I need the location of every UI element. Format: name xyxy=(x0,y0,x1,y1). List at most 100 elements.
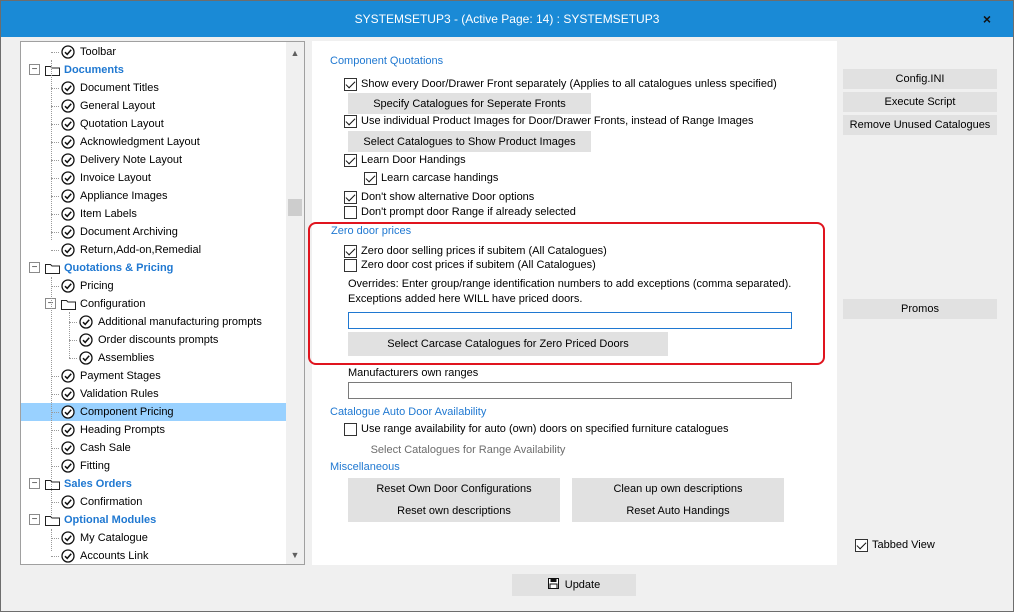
tree-item-label: Payment Stages xyxy=(80,370,161,382)
tree-item-my-catalogue[interactable]: My Catalogue xyxy=(21,529,286,547)
close-icon[interactable]: × xyxy=(977,1,997,37)
scroll-up-arrow-icon[interactable]: ▲ xyxy=(286,44,304,62)
tree-item-sales-orders[interactable]: − Sales Orders xyxy=(21,475,286,493)
learn-carcase-handings-checkbox-row[interactable]: Learn carcase handings xyxy=(364,171,564,187)
zero-cost-prices-checkbox-row[interactable]: Zero door cost prices if subitem (All Ca… xyxy=(344,258,664,274)
reset-own-door-configurations-button[interactable]: Reset Own Door Configurations xyxy=(348,480,560,498)
dont-show-alt-door-checkbox-row[interactable]: Don't show alternative Door options xyxy=(344,190,644,206)
zero-cost-prices-checkbox[interactable] xyxy=(344,259,357,272)
reset-auto-handings-button[interactable]: Reset Auto Handings xyxy=(572,502,784,520)
tree-item-label: Assemblies xyxy=(98,352,155,364)
tree-item-heading-prompts[interactable]: Heading Prompts xyxy=(21,421,286,439)
tree-item-order-discounts-prompts[interactable]: Order discounts prompts xyxy=(21,331,286,349)
check-circle-icon xyxy=(61,117,75,131)
collapse-icon[interactable]: − xyxy=(29,514,40,525)
collapse-icon[interactable]: − xyxy=(29,64,40,75)
dont-prompt-door-range-checkbox[interactable] xyxy=(344,206,357,219)
tree-item-confirmation[interactable]: Confirmation xyxy=(21,493,286,511)
overrides-input[interactable] xyxy=(348,312,792,329)
collapse-icon[interactable]: − xyxy=(29,478,40,489)
tree-item-configuration[interactable]: − Configuration xyxy=(21,295,286,313)
tree-item-document-titles[interactable]: Document Titles xyxy=(21,79,286,97)
tree-guide-line xyxy=(51,277,52,515)
tree-scrollbar[interactable]: ▲ ▼ xyxy=(286,42,304,564)
use-range-availability-checkbox[interactable] xyxy=(344,423,357,436)
select-catalogues-range-availability-button[interactable]: Select Catalogues for Range Availability xyxy=(348,441,588,459)
manufacturers-own-ranges-input[interactable] xyxy=(348,382,792,399)
tree-guide-line xyxy=(51,250,59,251)
tree-guide-line xyxy=(69,322,77,323)
tree-item-quotations-pricing[interactable]: − Quotations & Pricing xyxy=(21,259,286,277)
tree-item-invoice-layout[interactable]: Invoice Layout xyxy=(21,169,286,187)
tree-guide-line xyxy=(51,412,59,413)
tree-item-optional-modules[interactable]: − Optional Modules xyxy=(21,511,286,529)
use-range-availability-label: Use range availability for auto (own) do… xyxy=(361,423,729,435)
tree-item-validation-rules[interactable]: Validation Rules xyxy=(21,385,286,403)
tree-guide-line xyxy=(51,376,59,377)
reset-own-descriptions-button[interactable]: Reset own descriptions xyxy=(348,502,560,520)
remove-unused-catalogues-button[interactable]: Remove Unused Catalogues xyxy=(843,115,997,135)
tree-item-fitting[interactable]: Fitting xyxy=(21,457,286,475)
tree-item-document-archiving[interactable]: Document Archiving xyxy=(21,223,286,241)
tree-item-pricing[interactable]: Pricing xyxy=(21,277,286,295)
tree-item-return-add-on-remedial[interactable]: Return,Add-on,Remedial xyxy=(21,241,286,259)
learn-carcase-handings-checkbox[interactable] xyxy=(364,172,377,185)
check-circle-icon xyxy=(79,351,93,365)
select-carcase-catalogues-button[interactable]: Select Carcase Catalogues for Zero Price… xyxy=(348,332,668,356)
show-every-front-checkbox-row[interactable]: Show every Door/Drawer Front separately … xyxy=(344,77,814,93)
scroll-thumb[interactable] xyxy=(288,199,302,216)
use-range-availability-checkbox-row[interactable]: Use range availability for auto (own) do… xyxy=(344,422,814,438)
tree-item-accounts-link[interactable]: Accounts Link xyxy=(21,547,286,564)
use-individual-images-checkbox-row[interactable]: Use individual Product Images for Door/D… xyxy=(344,114,814,130)
tree-guide-line xyxy=(51,466,59,467)
tree-guide-line xyxy=(51,160,59,161)
collapse-icon[interactable]: − xyxy=(29,262,40,273)
learn-door-handings-checkbox[interactable] xyxy=(344,154,357,167)
dont-prompt-door-range-checkbox-row[interactable]: Don't prompt door Range if already selec… xyxy=(344,205,644,221)
section-title-catalogue-auto-door: Catalogue Auto Door Availability xyxy=(330,406,487,418)
check-circle-icon xyxy=(61,45,75,59)
tree-item-acknowledgment-layout[interactable]: Acknowledgment Layout xyxy=(21,133,286,151)
tree-guide-line xyxy=(51,60,52,240)
tree-item-quotation-layout[interactable]: Quotation Layout xyxy=(21,115,286,133)
tabbed-view-checkbox[interactable] xyxy=(855,539,868,552)
show-every-front-checkbox[interactable] xyxy=(344,78,357,91)
clean-up-own-descriptions-button[interactable]: Clean up own descriptions xyxy=(572,480,784,498)
tree-item-label: Quotations & Pricing xyxy=(64,262,174,274)
tree-item-item-labels[interactable]: Item Labels xyxy=(21,205,286,223)
select-catalogues-product-images-button[interactable]: Select Catalogues to Show Product Images xyxy=(348,131,591,152)
tree-item-cash-sale[interactable]: Cash Sale xyxy=(21,439,286,457)
dont-show-alt-door-label: Don't show alternative Door options xyxy=(361,191,535,203)
promos-button[interactable]: Promos xyxy=(843,299,997,319)
dont-show-alt-door-checkbox[interactable] xyxy=(344,191,357,204)
check-circle-icon xyxy=(61,99,75,113)
tree-item-delivery-note-layout[interactable]: Delivery Note Layout xyxy=(21,151,286,169)
tree-item-payment-stages[interactable]: Payment Stages xyxy=(21,367,286,385)
specify-catalogues-separate-fronts-button[interactable]: Specify Catalogues for Seperate Fronts xyxy=(348,93,591,114)
tree-guide-line xyxy=(69,340,77,341)
tree-item-assemblies[interactable]: Assemblies xyxy=(21,349,286,367)
tree-guide-line xyxy=(51,214,59,215)
execute-script-button[interactable]: Execute Script xyxy=(843,92,997,112)
zero-selling-prices-checkbox[interactable] xyxy=(344,245,357,258)
check-circle-icon xyxy=(79,315,93,329)
tree-item-label: Cash Sale xyxy=(80,442,131,454)
tree-guide-line xyxy=(51,556,59,557)
use-individual-images-checkbox[interactable] xyxy=(344,115,357,128)
tree-item-component-pricing[interactable]: Component Pricing xyxy=(21,403,286,421)
config-ini-button[interactable]: Config.INI xyxy=(843,69,997,89)
show-every-front-label: Show every Door/Drawer Front separately … xyxy=(361,78,777,90)
learn-door-handings-label: Learn Door Handings xyxy=(361,154,466,166)
learn-door-handings-checkbox-row[interactable]: Learn Door Handings xyxy=(344,153,544,169)
tree-item-toolbar[interactable]: Toolbar xyxy=(21,43,286,61)
tree-item-general-layout[interactable]: General Layout xyxy=(21,97,286,115)
check-circle-icon xyxy=(61,207,75,221)
tabbed-view-checkbox-row[interactable]: Tabbed View xyxy=(855,538,965,554)
scroll-down-arrow-icon[interactable]: ▼ xyxy=(286,546,304,564)
update-button[interactable]: Update xyxy=(512,574,636,596)
tree-item-documents[interactable]: − Documents xyxy=(21,61,286,79)
system-setup-window: SYSTEMSETUP3 - (Active Page: 14) : SYSTE… xyxy=(0,0,1014,612)
tree-item-additional-manufacturing-prompts[interactable]: Additional manufacturing prompts xyxy=(21,313,286,331)
tree-item-appliance-images[interactable]: Appliance Images xyxy=(21,187,286,205)
tree-item-label: Return,Add-on,Remedial xyxy=(80,244,202,256)
